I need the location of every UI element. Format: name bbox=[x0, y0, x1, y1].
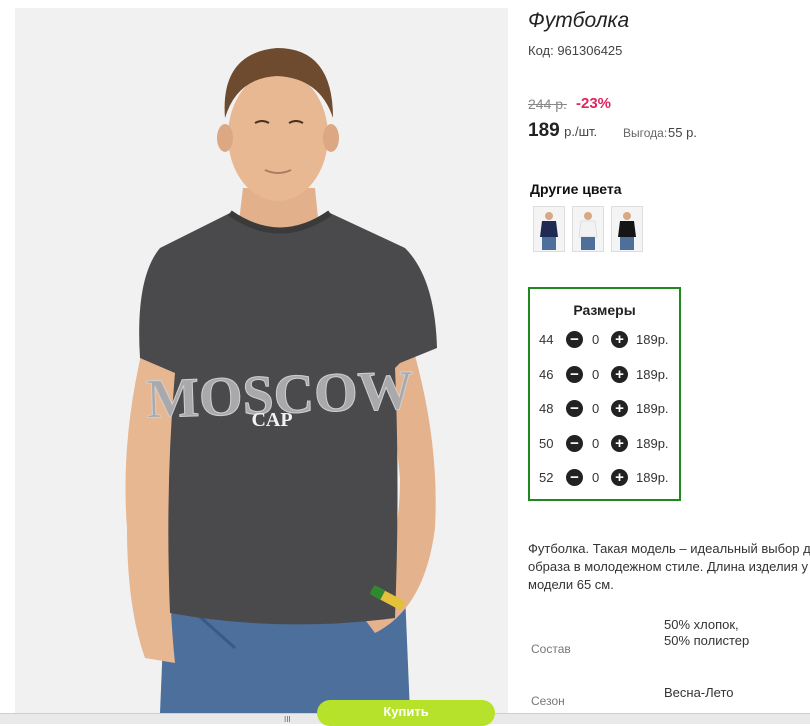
color-swatch-white[interactable] bbox=[572, 206, 604, 252]
plus-icon[interactable]: + bbox=[611, 435, 628, 452]
size-price: 189р. bbox=[636, 332, 669, 347]
size-label: 50 bbox=[539, 436, 554, 451]
size-row: 50 − 0 + 189р. bbox=[530, 433, 679, 455]
size-price: 189р. bbox=[636, 470, 669, 485]
print-text-sub: CAP bbox=[251, 409, 292, 431]
discount-badge: -23% bbox=[576, 95, 612, 112]
size-quantity: 0 bbox=[592, 436, 600, 451]
product-description: Футболка. Такая модель – идеальный выбор… bbox=[528, 541, 810, 592]
sizes-box: Размеры 44 − 0 + 189р. 46 − 0 + 189р. 48… bbox=[528, 287, 681, 501]
current-price: 189 bbox=[528, 120, 560, 141]
buy-button[interactable]: Купить bbox=[317, 700, 495, 726]
plus-icon[interactable]: + bbox=[611, 469, 628, 486]
size-quantity: 0 bbox=[592, 367, 600, 382]
minus-icon[interactable]: − bbox=[566, 400, 583, 417]
plus-icon[interactable]: + bbox=[611, 400, 628, 417]
price-unit: р./шт. bbox=[564, 124, 598, 139]
size-label: 44 bbox=[539, 332, 554, 347]
product-title: Футболка bbox=[528, 9, 630, 32]
spec-label-season: Сезон bbox=[531, 694, 565, 708]
spec-label-composition: Состав bbox=[531, 642, 571, 656]
size-quantity: 0 bbox=[592, 401, 600, 416]
benefit-value: 55 р. bbox=[668, 125, 697, 140]
size-label: 52 bbox=[539, 470, 554, 485]
size-row: 44 − 0 + 189р. bbox=[530, 329, 679, 351]
minus-icon[interactable]: − bbox=[566, 435, 583, 452]
old-price: 244 р. bbox=[528, 96, 567, 112]
size-price: 189р. bbox=[636, 436, 669, 451]
plus-icon[interactable]: + bbox=[611, 331, 628, 348]
price-row: 189 р./шт. bbox=[528, 120, 597, 142]
spec-value-composition: 50% хлопок, 50% полистер bbox=[664, 617, 750, 648]
product-photo[interactable]: MOSCOW CAP bbox=[15, 8, 508, 713]
product-info-panel: Футболка Код: 961306425 244 р. -23% 189 … bbox=[528, 0, 810, 723]
size-quantity: 0 bbox=[592, 332, 600, 347]
product-code: Код: 961306425 bbox=[528, 43, 623, 58]
size-row: 48 − 0 + 189р. bbox=[530, 398, 679, 420]
minus-icon[interactable]: − bbox=[566, 469, 583, 486]
size-row: 46 − 0 + 189р. bbox=[530, 364, 679, 386]
other-colors-title: Другие цвета bbox=[530, 181, 622, 197]
plus-icon[interactable]: + bbox=[611, 366, 628, 383]
color-swatch-black[interactable] bbox=[611, 206, 643, 252]
benefit-label: Выгода: bbox=[623, 126, 668, 140]
minus-icon[interactable]: − bbox=[566, 366, 583, 383]
color-swatches bbox=[533, 206, 643, 252]
spec-value-season: Весна-Лето bbox=[664, 685, 734, 700]
size-label: 48 bbox=[539, 401, 554, 416]
size-row: 52 − 0 + 189р. bbox=[530, 467, 679, 489]
minus-icon[interactable]: − bbox=[566, 331, 583, 348]
size-quantity: 0 bbox=[592, 470, 600, 485]
sizes-title: Размеры bbox=[573, 302, 636, 318]
color-swatch-navy[interactable] bbox=[533, 206, 565, 252]
size-label: 46 bbox=[539, 367, 554, 382]
size-price: 189р. bbox=[636, 367, 669, 382]
size-price: 189р. bbox=[636, 401, 669, 416]
